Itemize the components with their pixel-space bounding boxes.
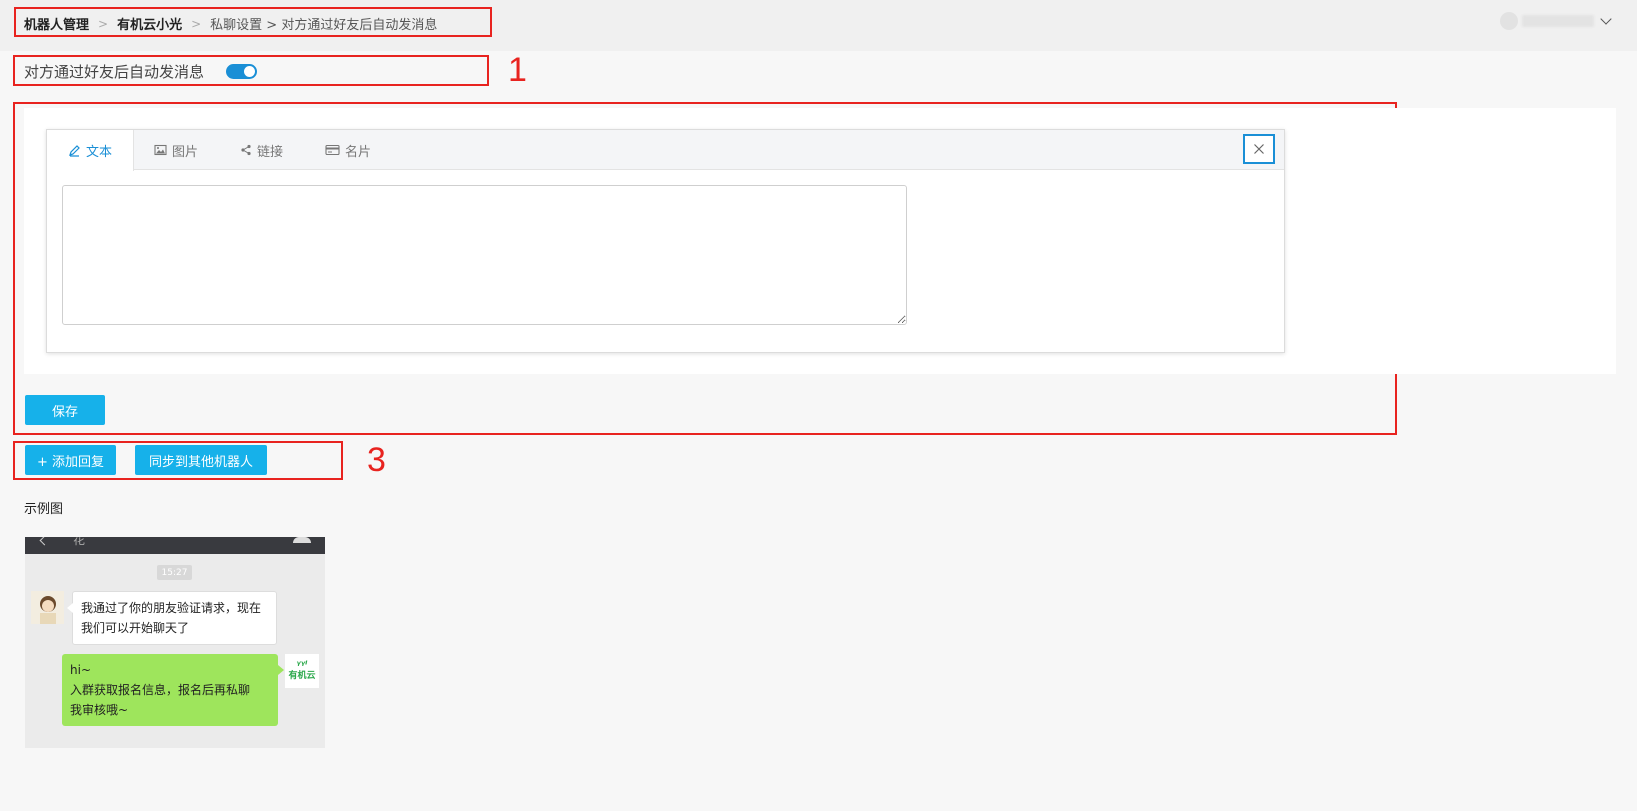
save-button[interactable]: 保存: [25, 395, 105, 425]
logo-text: 有机云: [288, 670, 316, 681]
user-menu[interactable]: [1500, 12, 1612, 30]
outgoing-message-bubble: hi~ 入群获取报名信息，报名后再私聊 我审核哦~: [62, 654, 284, 726]
annotation-label-3: 3: [367, 441, 386, 479]
share-icon: [241, 144, 251, 156]
card-icon: [325, 144, 340, 156]
auto-message-setting-row: 对方通过好友后自动发消息: [24, 61, 258, 82]
logo-mark-icon: ᵞᵞᴵ: [296, 659, 308, 671]
auto-message-toggle[interactable]: [226, 64, 258, 79]
tab-link-label: 链接: [257, 144, 284, 160]
message-text-input[interactable]: [62, 185, 907, 325]
tab-image[interactable]: 图片: [154, 130, 198, 170]
tab-text[interactable]: 文本: [47, 130, 134, 171]
chat-title: 花: [73, 537, 86, 547]
message-editor: 文本 图片 链接 名片: [46, 129, 1285, 353]
back-arrow-icon: [39, 537, 50, 546]
tab-card[interactable]: 名片: [325, 130, 371, 170]
close-editor-button[interactable]: [1243, 134, 1275, 164]
incoming-message-bubble: 我通过了你的朋友验证请求，现在 我们可以开始聊天了: [67, 591, 277, 645]
message-type-tabs: 文本 图片 链接 名片: [47, 130, 1284, 171]
add-reply-button[interactable]: + 添加回复: [25, 445, 116, 475]
toggle-knob: [244, 66, 256, 77]
avatar: [1500, 12, 1518, 30]
tab-image-label: 图片: [172, 144, 199, 160]
phone-title-bar: 花: [25, 537, 325, 554]
contact-avatar: [31, 591, 64, 624]
annotation-label-1: 1: [508, 51, 527, 89]
auto-message-setting-label: 对方通过好友后自动发消息: [24, 63, 205, 81]
incoming-message-line: 我通过了你的朋友验证请求，现在: [81, 601, 262, 615]
chevron-down-icon: [1600, 13, 1612, 25]
outgoing-message-line: 我审核哦~: [70, 703, 129, 717]
example-chat-screenshot: 花 15:27 我通过了你的朋友验证请求，现在 我们可以开始聊天了 hi~ 入群…: [25, 537, 325, 748]
cartoon-avatar-icon: [40, 596, 56, 624]
annotation-box-breadcrumb: [14, 7, 492, 37]
example-label: 示例图: [24, 502, 64, 517]
incoming-message-line: 我们可以开始聊天了: [81, 621, 190, 635]
sync-to-other-robots-button[interactable]: 同步到其他机器人: [135, 445, 267, 475]
outgoing-message-line: 入群获取报名信息，报名后再私聊: [70, 683, 251, 697]
close-icon: [1254, 144, 1264, 154]
tab-text-label: 文本: [85, 145, 112, 160]
robot-avatar: ᵞᵞᴵ 有机云: [285, 654, 319, 688]
pen-icon: [69, 145, 80, 157]
outgoing-message-line: hi~: [70, 663, 91, 677]
user-name-blurred: [1522, 15, 1594, 27]
chat-timestamp: 15:27: [157, 565, 192, 580]
person-icon: [293, 537, 311, 543]
image-icon: [154, 144, 167, 156]
tab-card-label: 名片: [345, 144, 372, 160]
tab-link[interactable]: 链接: [240, 130, 283, 170]
